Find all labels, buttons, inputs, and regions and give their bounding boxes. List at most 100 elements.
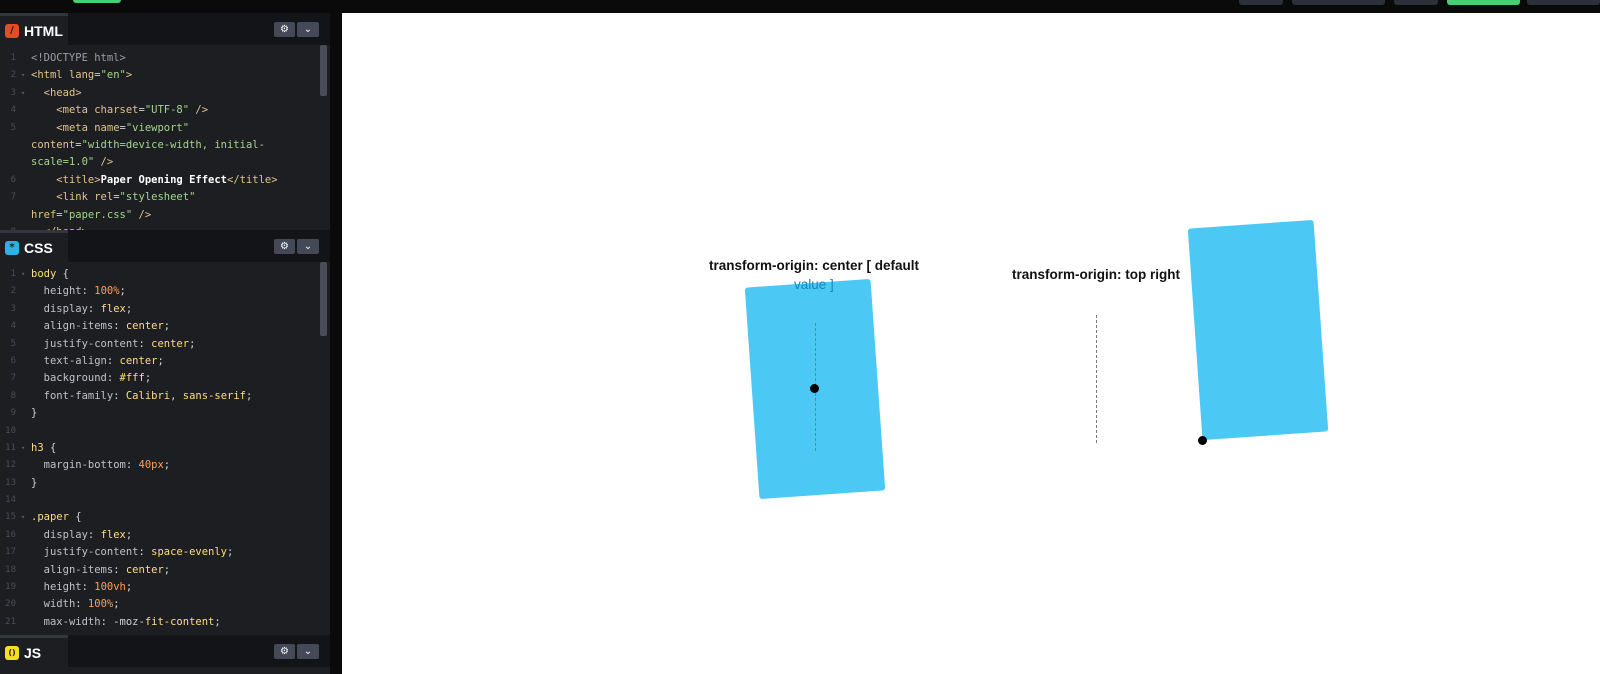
- code-text: display: flex;: [43, 528, 133, 541]
- code-text: justify-content: space-evenly;: [43, 546, 234, 559]
- css-code-line[interactable]: 13}: [0, 475, 330, 492]
- html-code-line[interactable]: 5 <meta name="viewport": [0, 120, 330, 137]
- js-panel-header: () JS ⚙ ⌄: [0, 635, 330, 667]
- css-code-line[interactable]: 16 display: flex;: [0, 527, 330, 544]
- tab-js[interactable]: () JS: [0, 635, 68, 667]
- line-number: 5: [10, 338, 16, 349]
- code-text: align-items: center;: [43, 563, 171, 576]
- js-collapse-chevron-down-icon[interactable]: ⌄: [297, 644, 319, 659]
- css-code-line[interactable]: 7 background: #fff;: [0, 370, 330, 387]
- css-code-line[interactable]: 1 ▾ body {: [0, 266, 330, 283]
- code-text: <title>Paper Opening Effect</title>: [56, 173, 278, 186]
- code-text: width: 100%;: [43, 598, 120, 611]
- tab-css[interactable]: * CSS: [0, 230, 68, 262]
- code-text: .paper {: [31, 511, 82, 524]
- html-code-line[interactable]: 1 <!DOCTYPE html>: [0, 50, 330, 67]
- css-logo-icon: *: [5, 240, 19, 255]
- line-number: 18: [5, 564, 16, 575]
- line-number: 8: [10, 390, 16, 401]
- html-logo-icon: /: [5, 23, 19, 38]
- css-code-line[interactable]: 2 height: 100%;: [0, 283, 330, 300]
- toolbar-button-3[interactable]: [1394, 0, 1438, 5]
- code-text: <head>: [43, 86, 82, 99]
- code-text: }: [31, 476, 38, 489]
- html-code-line[interactable]: 4 <meta charset="UTF-8" />: [0, 102, 330, 119]
- code-text: <!DOCTYPE html>: [31, 52, 126, 64]
- code-text: height: 100vh;: [43, 581, 133, 594]
- top-right-axis-guide: [1096, 315, 1097, 443]
- code-text: href="paper.css" />: [31, 208, 152, 221]
- line-number: 9: [10, 408, 16, 419]
- css-code-line[interactable]: 10: [0, 423, 330, 440]
- fold-arrow-icon[interactable]: ▾: [21, 266, 25, 283]
- css-code-line[interactable]: 17 justify-content: space-evenly;: [0, 544, 330, 561]
- js-settings-gear-icon[interactable]: ⚙: [274, 644, 295, 659]
- css-settings-gear-icon[interactable]: ⚙: [274, 239, 295, 254]
- css-code-line[interactable]: 19 height: 100vh;: [0, 579, 330, 596]
- right-heading: transform-origin: top right: [1012, 267, 1180, 282]
- html-code-editor[interactable]: 1 <!DOCTYPE html> 2 ▾ <html lang="en"> 3 ▾ <he…: [0, 45, 330, 230]
- resize-handle[interactable]: [330, 13, 342, 674]
- top-right-origin-dot: [1198, 436, 1207, 445]
- css-code-line[interactable]: 3 display: flex;: [0, 301, 330, 318]
- result-preview: transform-origin: center [ default value…: [342, 13, 1600, 674]
- code-text: <meta charset="UTF-8" />: [56, 104, 209, 117]
- css-code-line[interactable]: 18 align-items: center;: [0, 562, 330, 579]
- fold-arrow-icon[interactable]: ▾: [21, 509, 25, 526]
- css-code-line[interactable]: 8 font-family: Calibri, sans-serif;: [0, 388, 330, 405]
- code-text: background: #fff;: [43, 372, 152, 385]
- html-collapse-chevron-down-icon[interactable]: ⌄: [297, 22, 319, 37]
- css-code-line[interactable]: 15 ▾ .paper {: [0, 509, 330, 526]
- html-code-line[interactable]: scale=1.0" />: [0, 154, 330, 171]
- fold-arrow-icon[interactable]: ▾: [21, 440, 25, 457]
- toolbar-button-4[interactable]: [1527, 0, 1600, 5]
- code-text: <meta name="viewport": [56, 121, 190, 134]
- line-number: 16: [5, 529, 16, 540]
- line-number: 6: [10, 174, 16, 185]
- line-number: 4: [10, 321, 16, 332]
- code-text: scale=1.0" />: [31, 156, 114, 169]
- line-number: 3: [10, 303, 16, 314]
- html-code-line[interactable]: 7 <link rel="stylesheet": [0, 189, 330, 206]
- css-code-line[interactable]: 4 align-items: center;: [0, 318, 330, 335]
- tab-html-label: HTML: [24, 22, 63, 39]
- toolbar-button-1[interactable]: [1239, 0, 1283, 5]
- css-code-line[interactable]: 9}: [0, 405, 330, 422]
- html-code-line[interactable]: 6 <title>Paper Opening Effect</title>: [0, 172, 330, 189]
- html-code-line[interactable]: 2 ▾ <html lang="en">: [0, 67, 330, 84]
- css-scrollbar[interactable]: [320, 262, 327, 336]
- line-number: 11: [5, 442, 16, 453]
- left-heading: transform-origin: center [ default: [709, 258, 920, 273]
- toolbar-button-2[interactable]: [1292, 0, 1385, 5]
- html-settings-gear-icon[interactable]: ⚙: [274, 22, 295, 37]
- css-code-line[interactable]: 14: [0, 492, 330, 509]
- css-code-line[interactable]: 5 justify-content: center;: [0, 336, 330, 353]
- css-code-line[interactable]: 21 max-width: -moz-fit-content;: [0, 614, 330, 631]
- line-number: 14: [5, 495, 16, 506]
- line-number: 21: [5, 616, 16, 627]
- line-number: 15: [5, 512, 16, 523]
- css-code-line[interactable]: 12 margin-bottom: 40px;: [0, 457, 330, 474]
- save-button[interactable]: [1447, 0, 1520, 5]
- html-scrollbar[interactable]: [320, 45, 327, 96]
- css-code-line[interactable]: 11 ▾ h3 {: [0, 440, 330, 457]
- css-code-line[interactable]: 6 text-align: center;: [0, 353, 330, 370]
- css-code-editor[interactable]: 1 ▾ body {2 height: 100%; 3 display: flex; 4…: [0, 262, 330, 631]
- css-collapse-chevron-down-icon[interactable]: ⌄: [297, 239, 319, 254]
- left-heading-continued: value ]: [794, 277, 834, 292]
- run-button[interactable]: [73, 0, 121, 3]
- fold-arrow-icon[interactable]: ▾: [21, 85, 25, 102]
- css-code-line[interactable]: 20 width: 100%;: [0, 596, 330, 613]
- code-text: body {: [31, 268, 69, 280]
- tab-html[interactable]: / HTML: [0, 13, 68, 45]
- html-panel-header: / HTML ⚙ ⌄: [0, 13, 330, 45]
- code-text: }: [31, 407, 38, 420]
- html-code-line[interactable]: href="paper.css" />: [0, 207, 330, 224]
- code-text: align-items: center;: [43, 320, 171, 333]
- fold-arrow-icon[interactable]: ▾: [21, 67, 25, 84]
- html-code-line[interactable]: 3 ▾ <head>: [0, 85, 330, 102]
- code-text: <html lang="en">: [31, 69, 133, 82]
- line-number: 20: [5, 599, 16, 610]
- js-logo-icon: (): [5, 645, 19, 660]
- html-code-line[interactable]: content="width=device-width, initial-: [0, 137, 330, 154]
